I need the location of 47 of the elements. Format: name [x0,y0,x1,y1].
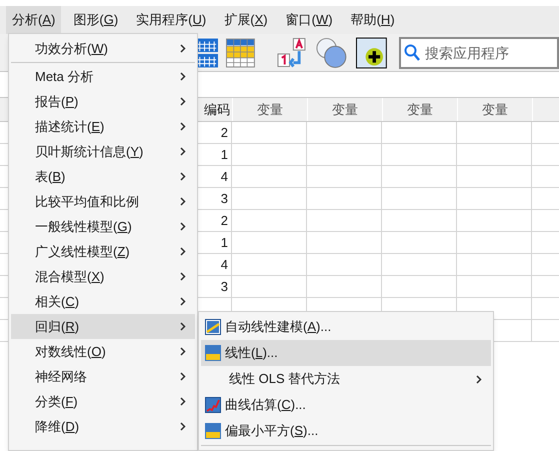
table-cell-text: 3 [220,190,228,208]
menu-item[interactable]: 扩展(X) [218,6,274,34]
curve-chart-icon [205,397,221,413]
column-header: 变量 [232,98,307,121]
menu-item[interactable]: 神经网络 [11,364,195,389]
menu-item[interactable]: 帮助(H) [344,6,401,34]
line-chart-icon [205,319,221,335]
table-cell-text: 2 [220,124,228,142]
circles-icon[interactable] [315,36,348,70]
regression-icon [205,423,221,439]
menu-item[interactable]: 功效分析(W) [11,36,195,61]
menu-item[interactable]: 分类(F) [11,389,195,414]
menu-item[interactable]: 曲线估算(C)... [201,392,491,418]
column-header: 变量 [307,98,382,121]
menu-item[interactable]: 图形(G) [67,6,124,34]
column-header: 变量 [382,98,457,121]
add-on-icon[interactable] [356,36,387,68]
table-cell-text: 4 [220,168,228,186]
menu-item[interactable]: 回归(R) [11,314,195,339]
menu-item[interactable]: 窗口(W) [280,6,339,34]
menu-item[interactable]: 偏最小平方(S)... [201,418,491,444]
menu-item[interactable]: Meta 分析 [11,64,195,89]
menu-item[interactable]: 自动线性建模(A)... [201,314,491,340]
menu-item[interactable]: 相关(C) [11,289,195,314]
menu-item[interactable]: 线性 OLS 替代方法 [201,366,491,392]
menu-item[interactable]: 贝叶斯统计信息(Y) [11,139,195,164]
search-field[interactable]: 搜索应用程序 [399,36,559,68]
search-icon [404,44,420,62]
table-cell-text: 2 [220,212,228,230]
menu-item[interactable]: 降维(D) [11,414,195,439]
column-header: 变量 [457,98,532,121]
menu-item[interactable]: 表(B) [11,164,195,189]
menu-item[interactable]: 一般线性模型(G) [11,214,195,239]
menu-item[interactable]: 线性(L)... [201,340,491,366]
table-cell-text: 1 [220,146,228,164]
menu-item[interactable]: 对数线性(O) [11,339,195,364]
menu-item[interactable]: 分析(A) [6,6,62,34]
table-icon[interactable] [226,38,255,68]
menu-item[interactable]: 混合模型(X) [11,264,195,289]
table-cell-text: 3 [220,278,228,296]
menu-item[interactable]: 实用程序(U) [130,6,212,34]
menu-item[interactable]: 比较平均值和比例 [11,189,195,214]
table-cell-text: 1 [220,234,228,252]
menu-item[interactable]: 广义线性模型(Z) [11,239,195,264]
value-labels-icon[interactable] [276,36,308,68]
regression-icon [205,345,221,361]
table-cell-text: 4 [220,256,228,274]
